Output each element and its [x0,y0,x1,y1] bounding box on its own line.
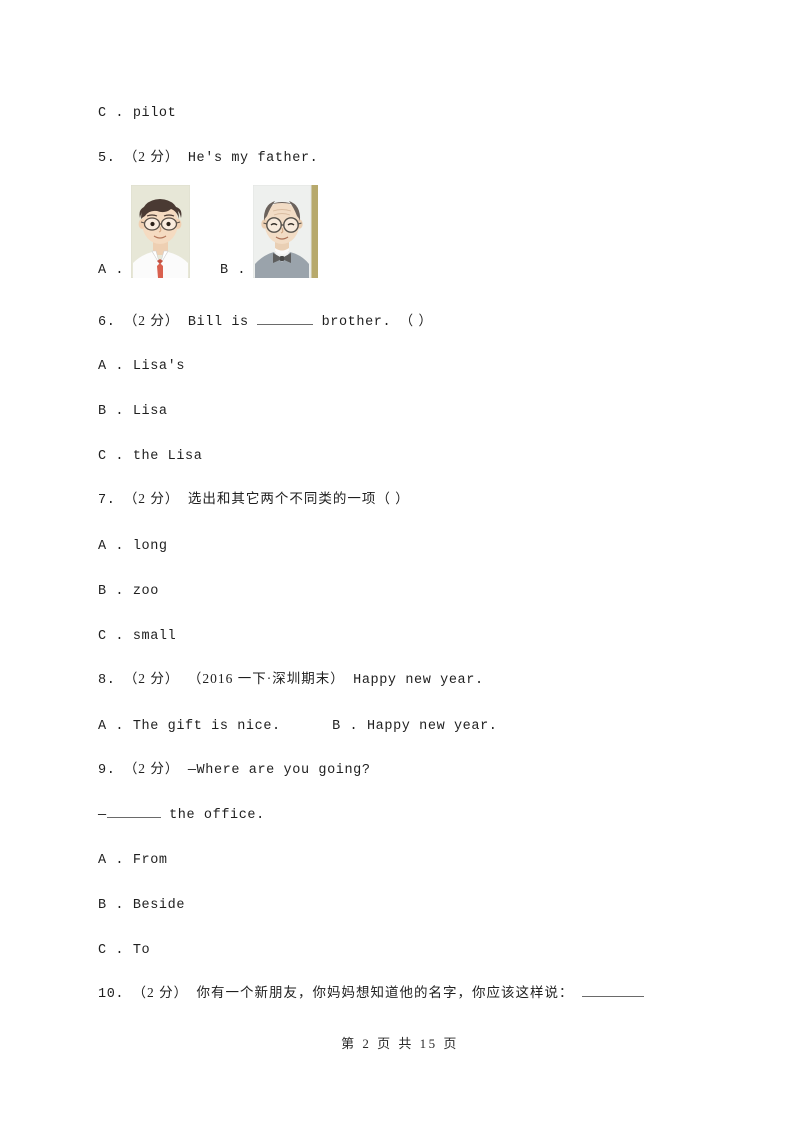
question-score: （2 分） [132,985,189,1000]
question-6-option-b[interactable]: B . Lisa [98,403,168,421]
question-7-stem: 7. （2 分） 选出和其它两个不同类的一项（ ） [98,490,410,510]
option-text: pilot [132,106,177,121]
answer-blank [257,324,314,325]
answer-bracket: （ ） [399,313,433,328]
picture-option-b-label: B . [220,263,247,278]
question-text-before-blank: Bill is [187,315,249,330]
question-9-stem-line2: — the office. [98,807,265,825]
question-text: 你有一个新朋友，你妈妈想知道他的名字，你应该这样说： [196,985,574,1000]
option-text: From [132,853,168,868]
exam-page: C . pilot 5. （2 分） He's my father. A . B… [0,0,800,1132]
question-8-stem: 8. （2 分） （2016 一下·深圳期末） Happy new year. [98,670,484,690]
question-text-after-blank: the office. [169,808,265,823]
question-5-picture-options: A . B . [98,185,518,280]
option-label: B . [98,404,125,419]
question-6-stem: 6. （2 分） Bill is brother. （ ） [98,312,433,332]
question-text: 选出和其它两个不同类的一项（ ） [187,491,410,506]
option-text: Lisa [132,404,168,419]
answer-blank [106,817,161,818]
question-text-after-blank: brother. [321,315,392,330]
option-text: zoo [132,584,159,599]
option-text: long [132,539,168,554]
question-6-option-c[interactable]: C . the Lisa [98,448,202,466]
question-9-option-a[interactable]: A . From [98,852,168,870]
question-text: Happy new year. [353,673,484,688]
question-score: （2 分） [123,761,180,776]
question-7-option-c[interactable]: C . small [98,628,176,646]
question-score: （2 分） [123,491,180,506]
question-9-option-b[interactable]: B . Beside [98,897,185,915]
question-number: 10. [98,987,125,1002]
question-number: 5. [98,151,116,166]
option-text: To [132,943,151,958]
question-10-stem: 10. （2 分） 你有一个新朋友，你妈妈想知道他的名字，你应该这样说： [98,984,644,1004]
option-label: B . [98,584,125,599]
question-score: （2 分） [123,313,180,328]
question-9-option-c[interactable]: C . To [98,942,150,960]
option-text: small [132,629,177,644]
option-label: A . [98,853,125,868]
option-label: A . [98,539,125,554]
option-label: B . [332,719,359,734]
option-text: The gift is nice. [132,719,281,734]
option-label: B . [98,898,125,913]
question-7-option-a[interactable]: A . long [98,538,168,556]
page-number-text: 第 2 页 共 15 页 [341,1036,459,1051]
option-label: C . [98,629,125,644]
question-source: （2016 一下·深圳期末） [187,671,345,686]
continued-option-c: C . pilot [98,105,176,123]
question-text: He's my father. [187,151,319,166]
option-a[interactable]: A . The gift is nice. [98,719,289,734]
question-7-option-b[interactable]: B . zoo [98,583,159,601]
question-number: 8. [98,673,116,688]
option-label: A . [98,719,125,734]
option-label: C . [98,943,125,958]
option-text: the Lisa [132,449,203,464]
answer-blank [581,996,644,997]
question-8-options-inline: A . The gift is nice. B . Happy new year… [98,718,498,736]
option-label: A . [98,359,125,374]
question-number: 9. [98,763,116,778]
cartoon-father-portrait-image [131,185,190,278]
option-label: C . [98,449,125,464]
question-text: —Where are you going? [187,763,371,778]
option-text: Lisa's [132,359,186,374]
question-5-stem: 5. （2 分） He's my father. [98,148,318,168]
question-number: 6. [98,315,116,330]
option-text: Beside [132,898,186,913]
question-score: （2 分） [123,149,180,164]
question-6-option-a[interactable]: A . Lisa's [98,358,185,376]
option-label: C . [98,106,125,121]
picture-option-a-label: A . [98,263,125,278]
question-number: 7. [98,493,116,508]
question-score: （2 分） [123,671,180,686]
dash-prefix: — [98,808,107,823]
cartoon-grandfather-portrait-image [253,185,318,278]
option-text: Happy new year. [366,719,498,734]
option-b[interactable]: B . Happy new year. [332,719,497,734]
question-9-stem-line1: 9. （2 分） —Where are you going? [98,760,371,780]
page-footer: 第 2 页 共 15 页 [0,1033,800,1052]
